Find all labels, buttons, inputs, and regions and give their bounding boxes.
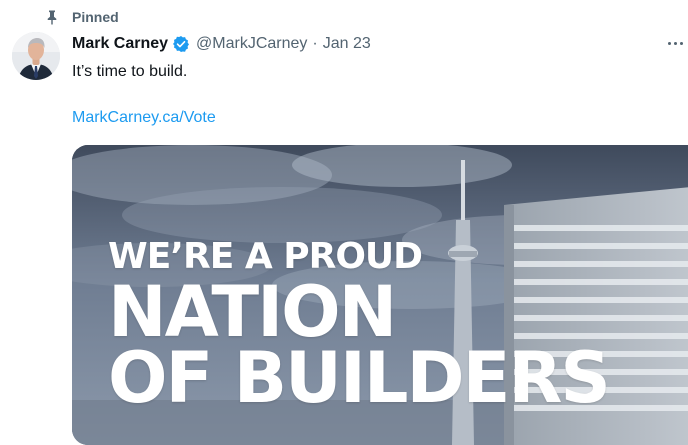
author-name[interactable]: Mark Carney (72, 35, 168, 53)
avatar[interactable] (12, 32, 60, 80)
more-dot-icon (674, 41, 677, 45)
tweet-date[interactable]: Jan 23 (323, 35, 371, 53)
author-handle[interactable]: @MarkJCarney (196, 35, 307, 53)
more-options-button[interactable] (668, 32, 688, 54)
tweet-link[interactable]: MarkCarney.ca/Vote (72, 107, 216, 129)
more-dot-icon (680, 41, 683, 45)
pinned-tweet[interactable]: Pinned Mark Carney @MarkJCarney · Jan 23… (0, 0, 688, 445)
tweet-media[interactable]: WE’RE A PROUD NATION OF BUILDERS (72, 145, 688, 445)
media-headline-line3: OF BUILDERS (108, 337, 611, 419)
avatar-image (12, 32, 60, 80)
tweet-header: Mark Carney @MarkJCarney · Jan 23 (72, 33, 371, 55)
tweet-text: It’s time to build. (72, 63, 188, 80)
header-separator: · (312, 35, 318, 52)
pinned-indicator: Pinned (44, 8, 119, 26)
pinned-label: Pinned (72, 9, 119, 25)
more-dot-icon (668, 41, 671, 45)
pin-icon (47, 10, 57, 25)
verified-badge-icon[interactable] (172, 35, 190, 53)
